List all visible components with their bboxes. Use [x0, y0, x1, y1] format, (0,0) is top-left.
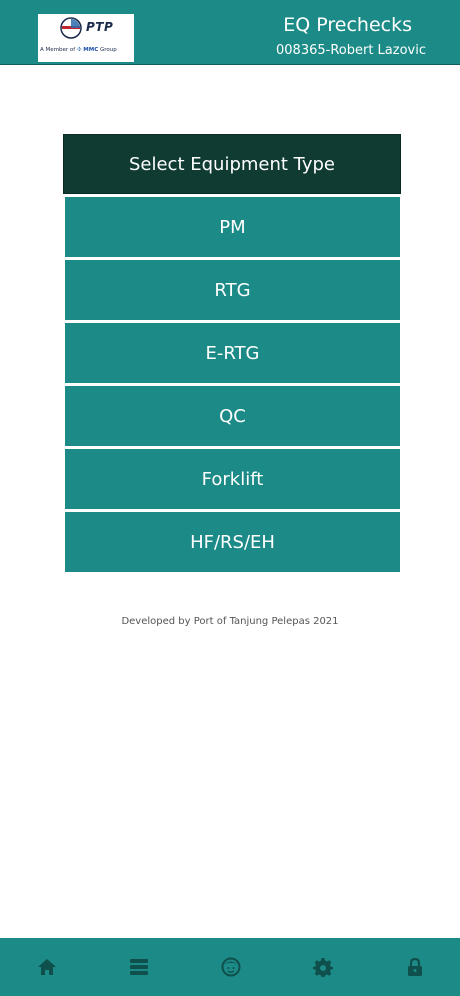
logo-mmc-name: MMC	[83, 47, 99, 53]
list-icon	[130, 959, 148, 975]
profile-icon	[221, 957, 241, 977]
user-id-label: 008365-Robert Lazovic	[276, 43, 426, 58]
lock-icon	[408, 957, 422, 976]
nav-profile-button[interactable]	[220, 956, 242, 978]
equipment-pm-button[interactable]: PM	[65, 197, 400, 257]
logo-group-suffix: Group	[100, 47, 117, 53]
gear-icon	[313, 958, 333, 977]
logo-member-text: A Member of ✣ MMC Group	[40, 47, 117, 53]
nav-list-button[interactable]	[128, 956, 150, 978]
logo-member-prefix: A Member of	[40, 47, 76, 53]
app-title: EQ Prechecks	[283, 14, 412, 36]
nav-lock-button[interactable]	[404, 956, 426, 978]
header-divider	[0, 64, 460, 65]
nav-settings-button[interactable]	[312, 956, 334, 978]
nav-home-button[interactable]	[36, 956, 58, 978]
equipment-selector: Select Equipment Type PM RTG E-RTG QC Fo…	[63, 134, 401, 575]
equipment-qc-button[interactable]: QC	[65, 386, 400, 446]
home-icon	[38, 959, 56, 975]
equipment-forklift-button[interactable]: Forklift	[65, 449, 400, 509]
equipment-rtg-button[interactable]: RTG	[65, 260, 400, 320]
app-screen: PTP A Member of ✣ MMC Group EQ Prechecks…	[0, 0, 460, 996]
equipment-type-list: PM RTG E-RTG QC Forklift HF/RS/EH	[65, 197, 400, 572]
equipment-hf-rs-eh-button[interactable]: HF/RS/EH	[65, 512, 400, 572]
top-bar: PTP A Member of ✣ MMC Group EQ Prechecks…	[0, 0, 460, 64]
equipment-ertg-button[interactable]: E-RTG	[65, 323, 400, 383]
bottom-navigation	[0, 938, 460, 996]
ptp-emblem-icon	[60, 17, 82, 39]
developer-credit: Developed by Port of Tanjung Pelepas 202…	[121, 616, 339, 627]
mmc-mark-icon: ✣	[76, 47, 82, 53]
ptp-logo: PTP A Member of ✣ MMC Group	[38, 14, 134, 62]
panel-title: Select Equipment Type	[63, 134, 401, 194]
logo-brand-text: PTP	[86, 20, 114, 34]
